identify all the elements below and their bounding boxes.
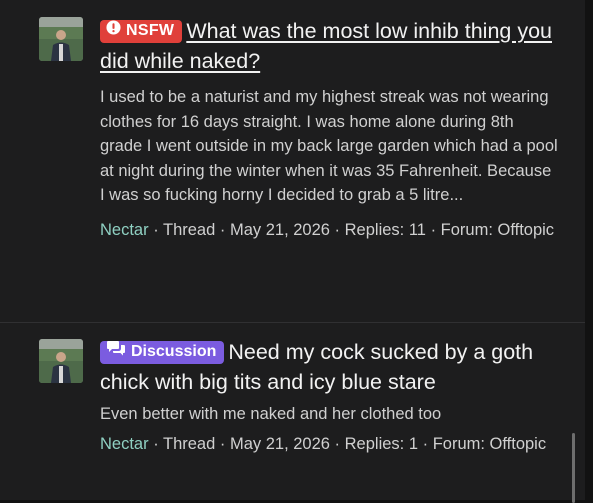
avatar[interactable] xyxy=(39,339,83,383)
avatar[interactable] xyxy=(39,17,83,61)
discussion-badge[interactable]: Discussion xyxy=(100,340,225,364)
nsfw-badge[interactable]: NSFW xyxy=(100,19,183,43)
page-gutter xyxy=(585,0,593,500)
divider xyxy=(0,322,585,323)
thread-snippet: Even better with me naked and her clothe… xyxy=(100,405,442,423)
reply-count: Replies: 11 xyxy=(344,220,426,239)
alert-circle-icon xyxy=(106,16,121,46)
thread-date: May 21, 2026 xyxy=(229,434,330,453)
forum-link[interactable]: Forum: Offtopic xyxy=(441,221,554,239)
scrollbar[interactable] xyxy=(572,433,575,503)
thread-type: Thread xyxy=(163,434,216,453)
thread-title: NSFW What was the most low inhib thing y… xyxy=(100,16,560,76)
thread-title: Discussion Need my cock sucked by a goth… xyxy=(100,337,560,397)
badge-label: NSFW xyxy=(126,22,175,39)
thread-date: May 21, 2026 xyxy=(229,220,330,239)
chat-bubbles-icon xyxy=(106,337,126,367)
badge-label: Discussion xyxy=(131,343,217,360)
author-link[interactable]: Nectar xyxy=(100,435,149,453)
thread-list: NSFW What was the most low inhib thing y… xyxy=(0,0,585,503)
forum-link[interactable]: Forum: Offtopic xyxy=(433,435,546,453)
thread-meta: Nectar · Thread · May 21, 2026 · Replies… xyxy=(100,434,547,453)
thread-type: Thread xyxy=(163,220,216,239)
thread-snippet: I used to be a naturist and my highest s… xyxy=(100,88,558,204)
author-link[interactable]: Nectar xyxy=(100,221,149,239)
reply-count: Replies: 1 xyxy=(344,434,419,453)
thread-meta: Nectar · Thread · May 21, 2026 · Replies… xyxy=(100,220,555,239)
